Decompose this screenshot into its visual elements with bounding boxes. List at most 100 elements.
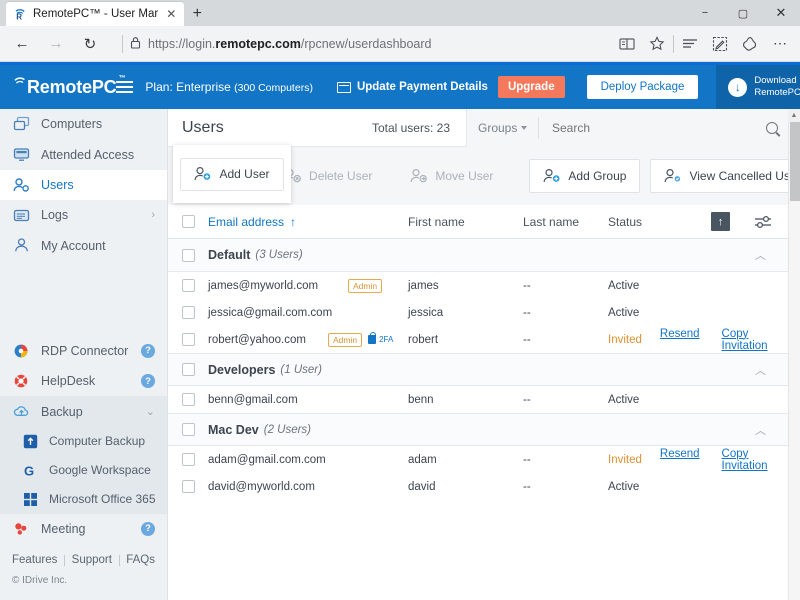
hub-lines-icon[interactable]	[676, 30, 704, 58]
back-icon[interactable]: ←	[6, 29, 38, 59]
app-logo[interactable]: RemotePC™	[0, 77, 116, 98]
share-icon[interactable]	[736, 30, 764, 58]
window-close-button[interactable]: ✕	[762, 0, 800, 26]
sidebar-item-helpdesk[interactable]: HelpDesk ?	[0, 366, 167, 396]
group-checkbox[interactable]	[182, 423, 195, 436]
cell-last-name: --	[523, 454, 608, 466]
group-checkbox-cell[interactable]	[168, 363, 208, 376]
favorites-star-icon[interactable]	[643, 30, 671, 58]
row-checkbox[interactable]	[182, 306, 195, 319]
footer-link-support[interactable]: Support	[72, 554, 112, 566]
row-checkbox[interactable]	[182, 453, 195, 466]
row-checkbox-cell[interactable]	[168, 480, 208, 493]
group-checkbox-cell[interactable]	[168, 423, 208, 436]
row-checkbox-cell[interactable]	[168, 279, 208, 292]
footer-link-faqs[interactable]: FAQs	[126, 554, 155, 566]
table-row[interactable]: james@myworld.com Admin james -- Active	[168, 272, 788, 299]
tab-close-icon[interactable]: ✕	[164, 8, 178, 20]
move-user-button[interactable]: Move User	[396, 159, 507, 193]
group-checkbox-cell[interactable]	[168, 249, 208, 262]
sort-ascending-icon[interactable]: ↑	[290, 215, 296, 229]
sidebar-item-logs[interactable]: Logs ›	[0, 200, 167, 230]
column-email-address[interactable]: Email address ↑	[208, 215, 408, 229]
column-status[interactable]: Status	[608, 215, 692, 229]
forward-icon[interactable]: →	[40, 29, 72, 59]
add-group-button[interactable]: Add Group	[529, 159, 640, 193]
help-icon-helpdesk[interactable]: ?	[141, 374, 155, 388]
menu-hamburger-icon[interactable]	[116, 81, 133, 93]
row-checkbox[interactable]	[182, 333, 195, 346]
search-icon[interactable]	[766, 122, 778, 134]
table-row[interactable]: adam@gmail.com.com adam -- Invited Resen…	[168, 446, 788, 473]
new-tab-button[interactable]: +	[184, 2, 210, 26]
browser-tab[interactable]: R RemotePC™ - User Mar ✕	[6, 2, 184, 26]
column-settings-icon[interactable]	[752, 211, 774, 233]
groups-dropdown[interactable]: Groups	[466, 109, 538, 147]
select-all-checkbox-cell[interactable]	[168, 215, 208, 228]
column-last-name[interactable]: Last name	[523, 215, 608, 229]
address-bar[interactable]: https://login.remotepc.com/rpcnew/userda…	[114, 31, 605, 57]
sidebar-item-google-workspace[interactable]: G Google Workspace	[0, 456, 167, 485]
row-checkbox[interactable]	[182, 393, 195, 406]
sidebar-item-computer-backup[interactable]: Computer Backup	[0, 427, 167, 456]
reading-view-icon[interactable]	[613, 30, 641, 58]
group-checkbox[interactable]	[182, 363, 195, 376]
table-row[interactable]: jessica@gmail.com.com jessica -- Active	[168, 299, 788, 326]
sidebar-item-backup[interactable]: Backup ⌄	[0, 396, 167, 426]
more-options-icon[interactable]: ⋯	[766, 30, 794, 58]
row-checkbox[interactable]	[182, 480, 195, 493]
chevron-up-icon[interactable]: ︿	[755, 362, 766, 378]
upgrade-button[interactable]: Upgrade	[498, 76, 565, 98]
group-row-mac-dev[interactable]: Mac Dev (2 Users) ︿	[168, 413, 788, 446]
browser-navbar: ← → ↻ https://login.remotepc.com/rpcnew/…	[0, 26, 800, 62]
sidebar-label-users: Users	[41, 178, 155, 192]
help-icon-meeting[interactable]: ?	[141, 522, 155, 536]
select-all-checkbox[interactable]	[182, 215, 195, 228]
search-box[interactable]	[538, 109, 788, 147]
sidebar-item-attended-access[interactable]: Attended Access	[0, 139, 167, 169]
table-row[interactable]: david@myworld.com david -- Active	[168, 473, 788, 500]
sidebar-item-my-account[interactable]: My Account	[0, 231, 167, 261]
page-scrollbar[interactable]	[788, 109, 800, 600]
help-icon-rdp[interactable]: ?	[141, 344, 155, 358]
resend-link[interactable]: Resend	[660, 448, 700, 472]
sidebar-item-users[interactable]: Users	[0, 170, 167, 200]
window-minimize-button[interactable]: −	[686, 0, 724, 26]
deploy-package-button[interactable]: Deploy Package	[587, 75, 699, 99]
scrollbar-up-arrow[interactable]: ▲	[788, 109, 800, 122]
sidebar-item-microsoft-office-365[interactable]: Microsoft Office 365	[0, 485, 167, 514]
reload-icon[interactable]: ↻	[74, 29, 106, 59]
row-checkbox-cell[interactable]	[168, 306, 208, 319]
row-checkbox[interactable]	[182, 279, 195, 292]
resend-link[interactable]: Resend	[660, 328, 700, 352]
update-payment-button[interactable]: Update Payment Details	[327, 81, 498, 93]
card-icon	[337, 82, 351, 93]
web-notes-icon[interactable]	[706, 30, 734, 58]
row-checkbox-cell[interactable]	[168, 393, 208, 406]
scrollbar-thumb[interactable]	[790, 109, 800, 201]
copy-invitation-link[interactable]: Copy Invitation	[722, 328, 788, 352]
table-row[interactable]: benn@gmail.com benn -- Active	[168, 386, 788, 413]
table-row[interactable]: robert@yahoo.com Admin 2FA robert -- Inv…	[168, 326, 788, 353]
user-move-icon	[410, 168, 428, 184]
export-icon[interactable]: ↑	[711, 212, 730, 231]
search-input[interactable]	[552, 121, 766, 135]
group-row-developers[interactable]: Developers (1 User) ︿	[168, 353, 788, 386]
footer-link-features[interactable]: Features	[12, 554, 57, 566]
sidebar-item-meeting[interactable]: Meeting ?	[0, 514, 167, 544]
copy-invitation-link[interactable]: Copy Invitation	[722, 448, 788, 472]
view-cancelled-users-button[interactable]: View Cancelled Users	[650, 159, 788, 193]
group-checkbox[interactable]	[182, 249, 195, 262]
group-row-default[interactable]: Default (3 Users) ︿	[168, 239, 788, 272]
sidebar-item-computers[interactable]: Computers	[0, 109, 167, 139]
sidebar-item-rdp-connector[interactable]: RDP Connector ?	[0, 336, 167, 366]
window-maximize-button[interactable]: ▢	[724, 0, 762, 26]
chevron-down-icon: ⌄	[146, 405, 155, 418]
chevron-up-icon[interactable]: ︿	[755, 247, 766, 263]
chevron-up-icon[interactable]: ︿	[755, 422, 766, 438]
row-checkbox-cell[interactable]	[168, 453, 208, 466]
download-viewer-button[interactable]: ↓ Download RemotePC Viewer	[716, 65, 800, 109]
add-user-button[interactable]: Add User	[180, 158, 283, 191]
row-checkbox-cell[interactable]	[168, 333, 208, 346]
column-first-name[interactable]: First name	[408, 215, 523, 229]
